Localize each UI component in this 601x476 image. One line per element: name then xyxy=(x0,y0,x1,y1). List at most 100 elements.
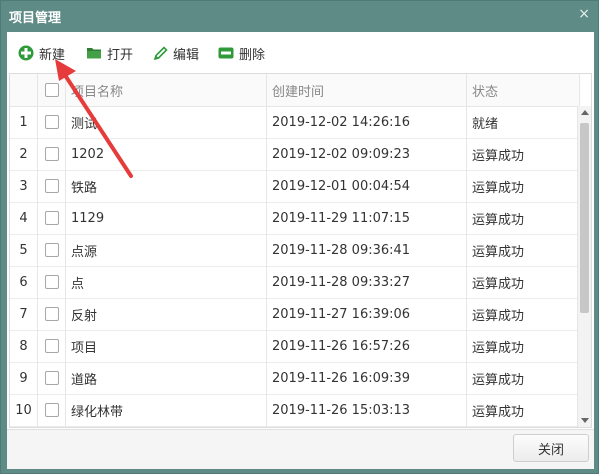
table-row[interactable]: 8 项目 2019-11-26 16:57:26 运算成功 xyxy=(10,330,580,363)
dialog-title: 项目管理 xyxy=(9,11,62,26)
row-number: 6 xyxy=(10,266,38,298)
project-name-cell: 项目 xyxy=(66,330,267,362)
pencil-icon xyxy=(153,45,168,60)
row-checkbox-cell xyxy=(38,138,66,170)
status-cell: 就绪 xyxy=(467,106,580,138)
project-name-cell: 反射 xyxy=(66,298,267,330)
close-icon[interactable]: × xyxy=(578,6,590,22)
row-checkbox-cell xyxy=(38,202,66,234)
status-cell: 运算成功 xyxy=(467,170,580,202)
table-row[interactable]: 1 测试 2019-12-02 14:26:16 就绪 xyxy=(10,106,580,139)
table-header: 项目名称 创建时间 状态 xyxy=(10,74,580,107)
status-cell: 运算成功 xyxy=(467,298,580,330)
row-number: 2 xyxy=(10,138,38,170)
row-checkbox[interactable] xyxy=(44,339,59,353)
created-time-cell: 2019-11-27 16:39:06 xyxy=(267,298,467,330)
project-table: 项目名称 创建时间 状态 1 测试 2019-12-02 14:26:16 就绪 2 12… xyxy=(9,73,592,428)
row-checkbox[interactable] xyxy=(44,275,59,289)
created-time-cell: 2019-11-26 16:09:39 xyxy=(267,362,467,394)
new-button[interactable]: 新建 xyxy=(18,43,65,63)
scroll-down-arrow-icon[interactable] xyxy=(581,418,589,423)
row-number: 9 xyxy=(10,362,38,394)
row-number: 7 xyxy=(10,298,38,330)
row-checkbox-cell xyxy=(38,170,66,202)
edit-button[interactable]: 编辑 xyxy=(153,43,199,63)
row-number: 3 xyxy=(10,170,38,202)
plus-circle-icon xyxy=(18,45,34,61)
table-row[interactable]: 6 点 2019-11-28 09:33:27 运算成功 xyxy=(10,266,580,299)
table-row[interactable]: 3 铁路 2019-12-01 00:04:54 运算成功 xyxy=(10,170,580,203)
row-checkbox-cell xyxy=(38,106,66,138)
row-number: 5 xyxy=(10,234,38,266)
minus-box-icon xyxy=(218,47,234,59)
column-header-name[interactable]: 项目名称 xyxy=(66,74,267,106)
new-button-label: 新建 xyxy=(39,47,66,63)
created-time-cell: 2019-12-02 09:09:23 xyxy=(267,138,467,170)
row-number: 4 xyxy=(10,202,38,234)
row-checkbox[interactable] xyxy=(44,115,59,129)
row-checkbox-cell xyxy=(38,298,66,330)
status-cell: 运算成功 xyxy=(467,394,580,426)
status-cell: 运算成功 xyxy=(467,234,580,266)
row-checkbox-cell xyxy=(38,266,66,298)
table-row[interactable]: 10 绿化林带 2019-11-26 15:03:13 运算成功 xyxy=(10,394,580,427)
created-time-cell: 2019-11-28 09:36:41 xyxy=(267,234,467,266)
select-all-checkbox[interactable] xyxy=(44,83,59,97)
status-cell: 运算成功 xyxy=(467,330,580,362)
row-checkbox[interactable] xyxy=(44,403,59,417)
project-name-cell: 绿化林带 xyxy=(66,394,267,426)
toolbar: 新建 打开 编辑 删除 xyxy=(7,32,594,72)
project-name-cell: 点 xyxy=(66,266,267,298)
created-time-cell: 2019-12-02 14:26:16 xyxy=(267,106,467,138)
dialog-footer: 关闭 xyxy=(7,429,594,469)
table-row[interactable]: 4 1129 2019-11-29 11:07:15 运算成功 xyxy=(10,202,580,235)
status-cell: 运算成功 xyxy=(467,138,580,170)
row-number: 10 xyxy=(10,394,38,426)
row-checkbox[interactable] xyxy=(44,179,59,193)
scrollbar-thumb[interactable] xyxy=(580,123,589,313)
row-checkbox[interactable] xyxy=(44,371,59,385)
created-time-cell: 2019-11-28 09:33:27 xyxy=(267,266,467,298)
row-checkbox-cell xyxy=(38,330,66,362)
delete-button[interactable]: 删除 xyxy=(218,43,265,63)
created-time-cell: 2019-12-01 00:04:54 xyxy=(267,170,467,202)
close-button[interactable]: 关闭 xyxy=(513,434,589,462)
project-name-cell: 铁路 xyxy=(66,170,267,202)
row-checkbox-cell xyxy=(38,234,66,266)
folder-icon xyxy=(87,48,101,59)
edit-button-label: 编辑 xyxy=(173,47,200,63)
status-cell: 运算成功 xyxy=(467,202,580,234)
row-checkbox[interactable] xyxy=(44,147,59,161)
delete-button-label: 删除 xyxy=(239,47,266,63)
project-name-cell: 1202 xyxy=(66,138,267,170)
created-time-cell: 2019-11-26 16:57:26 xyxy=(267,330,467,362)
row-number: 1 xyxy=(10,106,38,138)
vertical-scrollbar[interactable] xyxy=(577,106,591,427)
project-name-cell: 道路 xyxy=(66,362,267,394)
column-header-status[interactable]: 状态 xyxy=(467,74,580,106)
row-checkbox[interactable] xyxy=(44,307,59,321)
row-number: 8 xyxy=(10,330,38,362)
column-header-created-time[interactable]: 创建时间 xyxy=(267,74,467,106)
created-time-cell: 2019-11-26 15:03:13 xyxy=(267,394,467,426)
title-bar[interactable]: 项目管理 × xyxy=(1,1,598,31)
open-button-label: 打开 xyxy=(107,47,134,63)
dialog-body: 新建 打开 编辑 删除 项目名称 创建时间 状态 1 测试 2019-12-02… xyxy=(7,32,594,469)
row-checkbox-cell xyxy=(38,362,66,394)
open-button[interactable]: 打开 xyxy=(86,43,133,63)
table-row[interactable]: 7 反射 2019-11-27 16:39:06 运算成功 xyxy=(10,298,580,331)
row-checkbox[interactable] xyxy=(44,243,59,257)
header-rownum-cell xyxy=(10,74,38,106)
scroll-up-arrow-icon[interactable] xyxy=(581,110,589,115)
project-name-cell: 点源 xyxy=(66,234,267,266)
created-time-cell: 2019-11-29 11:07:15 xyxy=(267,202,467,234)
project-management-dialog: 项目管理 × 新建 打开 编辑 删除 项目名称 创建时间 状态 1 测试 201… xyxy=(0,0,599,474)
row-checkbox[interactable] xyxy=(44,211,59,225)
table-row[interactable]: 9 道路 2019-11-26 16:09:39 运算成功 xyxy=(10,362,580,395)
table-row[interactable]: 2 1202 2019-12-02 09:09:23 运算成功 xyxy=(10,138,580,171)
table-row[interactable]: 5 点源 2019-11-28 09:36:41 运算成功 xyxy=(10,234,580,267)
project-name-cell: 测试 xyxy=(66,106,267,138)
status-cell: 运算成功 xyxy=(467,266,580,298)
project-name-cell: 1129 xyxy=(66,202,267,234)
row-checkbox-cell xyxy=(38,394,66,426)
